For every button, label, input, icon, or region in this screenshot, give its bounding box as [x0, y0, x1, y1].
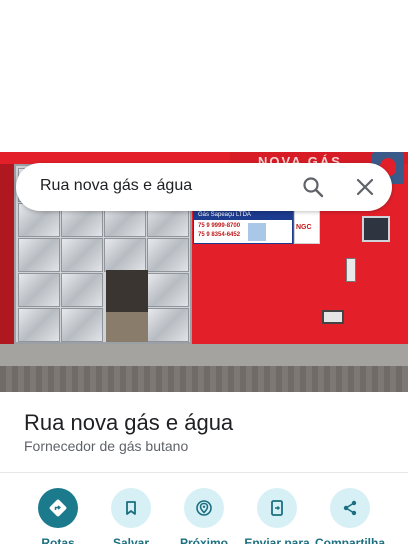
gate-panel [147, 238, 189, 272]
gate-panel [18, 238, 60, 272]
gate-panel [61, 273, 103, 307]
business-poster: Gás Sapeaçu LTDA 75 9 9999-8700 75 9 835… [193, 210, 293, 244]
search-bar[interactable]: Rua nova gás e água [16, 163, 392, 211]
gate-panel [104, 238, 146, 272]
send-to-phone-icon [257, 488, 297, 528]
search-icon[interactable] [302, 176, 324, 198]
gate-panel [147, 308, 189, 342]
nearby-icon [184, 488, 224, 528]
close-icon[interactable] [354, 176, 376, 198]
nearby-button[interactable]: Próximo [168, 486, 240, 544]
send-to-phone-button[interactable]: Enviar para [241, 486, 313, 544]
sidewalk [0, 344, 408, 366]
search-input[interactable]: Rua nova gás e água [40, 177, 192, 195]
save-button[interactable]: Salvar [95, 486, 167, 544]
meter-box [346, 258, 356, 282]
place-category: Fornecedor de gás butano [24, 438, 189, 454]
share-label: Compartilha [314, 536, 385, 544]
gate-panel [18, 308, 60, 342]
gate-panel [18, 273, 60, 307]
window [362, 216, 390, 242]
divider [0, 472, 408, 473]
share-icon [330, 488, 370, 528]
road [0, 366, 408, 392]
bookmark-icon [111, 488, 151, 528]
gate-panel [147, 273, 189, 307]
brand-logo: NGC [296, 224, 312, 231]
gate-panel [61, 238, 103, 272]
action-bar: Rotas Salvar Próximo Enviar para Compart… [0, 486, 408, 544]
directions-button[interactable]: Rotas [22, 486, 94, 544]
wall-vent [322, 310, 344, 324]
share-button[interactable]: Compartilha [314, 486, 386, 544]
place-title: Rua nova gás e água [24, 410, 234, 435]
directions-icon [38, 488, 78, 528]
gate-panel [61, 308, 103, 342]
blank-header-area [0, 0, 408, 152]
